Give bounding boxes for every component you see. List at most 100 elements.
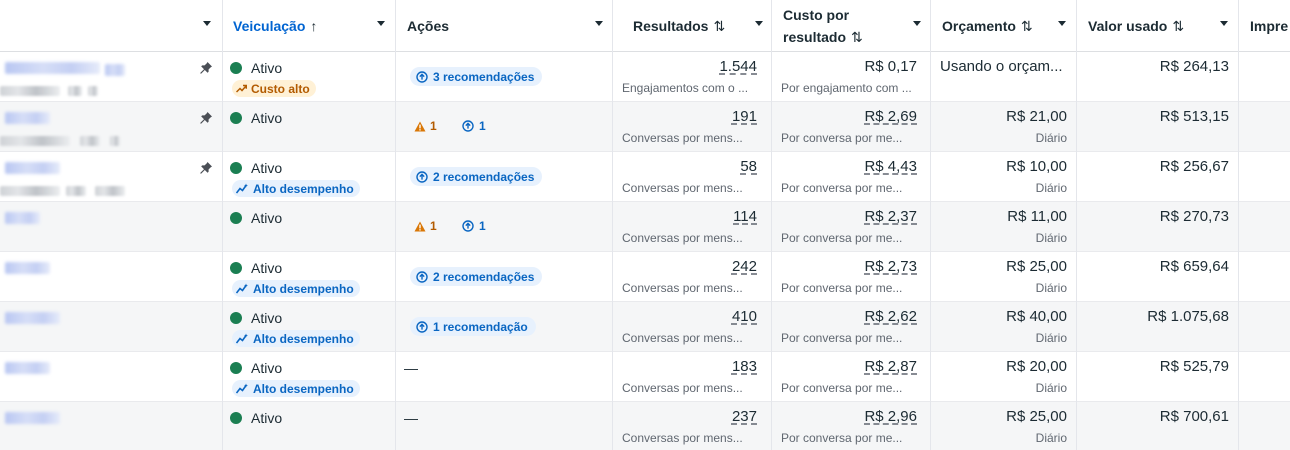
campaign-name-blurred[interactable] [5,312,60,324]
budget-value[interactable]: R$ 25,00 [1006,258,1067,275]
table-row[interactable]: Ativo 1 1 191 Conversas por mens... R$ 2,69 Po… [0,102,1290,152]
chevron-down-icon[interactable] [1058,21,1066,26]
campaign-name-blurred[interactable] [105,64,125,76]
budget-value[interactable]: Usando o orçam... [940,58,1063,75]
recommendations-button[interactable]: 1 [462,219,486,233]
cost-per-result-value[interactable]: R$ 2,69 [864,108,917,125]
chevron-down-icon[interactable] [203,21,211,26]
column-divider[interactable] [612,0,613,450]
column-divider[interactable] [1238,0,1239,450]
table-row[interactable]: Ativo Alto desempenho 2 recomendações 242 Co… [0,252,1290,302]
campaign-name-blurred[interactable] [5,362,50,374]
budget-value[interactable]: R$ 21,00 [1006,108,1067,125]
table-row[interactable]: Ativo — 237 Conversas por mens... R$ 2,96 Por… [0,402,1290,450]
budget-value[interactable]: R$ 25,00 [1006,408,1067,425]
high-performance-badge[interactable]: Alto desempenho [232,330,360,347]
sort-icon[interactable]: ⇅ [851,29,863,46]
sort-icon[interactable]: ⇅ [713,18,725,35]
column-divider[interactable] [222,0,223,450]
delivery-status: Ativo [230,410,282,426]
results-type: Conversas por mens... [622,281,743,295]
recommendations-button[interactable]: 2 recomendações [410,267,543,286]
high-performance-badge[interactable]: Alto desempenho [232,380,360,397]
table-row[interactable]: Ativo Custo alto 3 recomendações 1.544 Engaj… [0,52,1290,102]
column-divider[interactable] [771,0,772,450]
column-divider[interactable] [1076,0,1077,450]
arrow-circle-up-icon [416,270,433,283]
column-header-budget[interactable]: Orçamento ⇅ [942,0,1033,52]
budget-value[interactable]: R$ 20,00 [1006,358,1067,375]
cost-per-result-value[interactable]: R$ 2,73 [864,258,917,275]
no-actions: — [404,360,418,376]
chevron-down-icon[interactable] [377,21,385,26]
results-value[interactable]: 114 [733,208,757,225]
table-row[interactable]: Ativo Alto desempenho 2 recomendações 58 Con… [0,152,1290,202]
budget-value[interactable]: R$ 10,00 [1006,158,1067,175]
table-row[interactable]: Ativo Alto desempenho — 183 Conversas por me… [0,352,1290,402]
badge-label: Alto desempenho [253,181,354,196]
warnings-button[interactable]: 1 [414,119,437,133]
column-header-actions[interactable]: Ações [407,0,449,52]
chevron-down-icon[interactable] [595,21,603,26]
cost-per-result-value[interactable]: R$ 0,17 [864,58,917,75]
cost-per-result-value[interactable]: R$ 2,87 [864,358,917,375]
column-header-cost-per-result[interactable]: Custo por resultado ⇅ [783,0,863,52]
cost-per-result-type: Por conversa por me... [781,131,903,145]
budget-value[interactable]: R$ 40,00 [1006,308,1067,325]
campaign-name-blurred[interactable] [5,212,40,224]
table-row[interactable]: Ativo 1 1 114 Conversas por mens... R$ 2,37 Po… [0,202,1290,252]
recommendations-button[interactable]: 2 recomendações [410,167,543,186]
results-value[interactable]: 191 [732,108,757,125]
pin-icon[interactable] [199,161,213,175]
campaign-name-blurred[interactable] [5,162,60,174]
recommendations-button[interactable]: 1 recomendação [410,317,536,336]
results-value[interactable]: 58 [740,158,757,175]
campaign-name-blurred[interactable] [5,112,50,124]
high-cost-badge[interactable]: Custo alto [232,80,316,97]
delivery-status: Ativo [230,210,282,226]
cost-per-result-value[interactable]: R$ 2,62 [864,308,917,325]
cost-per-result-value[interactable]: R$ 2,37 [864,208,917,225]
table-row[interactable]: Ativo Alto desempenho 1 recomendação 410 Con… [0,302,1290,352]
chevron-down-icon[interactable] [1220,21,1228,26]
high-performance-badge[interactable]: Alto desempenho [232,280,360,297]
results-value[interactable]: 1.544 [719,58,757,75]
column-divider[interactable] [930,0,931,450]
recommendations-label: 1 recomendação [433,319,528,334]
cost-per-result-type: Por engajamento com ... [781,81,912,95]
column-header-results[interactable]: Resultados ⇅ [633,0,725,52]
amount-spent-value: R$ 513,15 [1159,108,1229,125]
sort-icon[interactable]: ⇅ [1172,18,1184,35]
chevron-down-icon[interactable] [755,21,763,26]
recommendations-button[interactable]: 3 recomendações [410,67,543,86]
chevron-down-icon[interactable] [913,21,921,26]
cost-per-result-value[interactable]: R$ 2,96 [864,408,917,425]
no-actions: — [404,410,418,426]
warnings-button[interactable]: 1 [414,219,437,233]
results-value[interactable]: 237 [732,408,757,425]
column-header-delivery[interactable]: Veiculação ↑ [233,0,317,52]
results-value[interactable]: 183 [732,358,757,375]
high-performance-badge[interactable]: Alto desempenho [232,180,360,197]
sort-ascending-icon[interactable]: ↑ [310,18,317,34]
actions-header-label: Ações [407,18,450,34]
cost-per-result-value[interactable]: R$ 4,43 [864,158,917,175]
column-header-amount-spent[interactable]: Valor usado ⇅ [1088,0,1184,52]
campaign-name-blurred[interactable] [5,262,50,274]
sparkline-icon [236,283,253,294]
column-divider[interactable] [395,0,396,450]
campaign-name-blurred[interactable] [5,62,100,74]
recommendations-button[interactable]: 1 [462,119,486,133]
pin-icon[interactable] [199,111,213,125]
results-value[interactable]: 242 [732,258,757,275]
campaign-table: Veiculação ↑ Ações Resultados ⇅ Custo po… [0,0,1290,450]
results-type: Conversas por mens... [622,181,743,195]
column-header-impressions[interactable]: Impre [1250,0,1288,52]
budget-value[interactable]: R$ 11,00 [1007,208,1067,225]
cost-per-result-type: Por conversa por me... [781,181,903,195]
sort-icon[interactable]: ⇅ [1021,18,1033,35]
delivery-status: Ativo [230,160,282,176]
pin-icon[interactable] [199,61,213,75]
results-value[interactable]: 410 [732,308,757,325]
campaign-name-blurred[interactable] [5,412,60,424]
